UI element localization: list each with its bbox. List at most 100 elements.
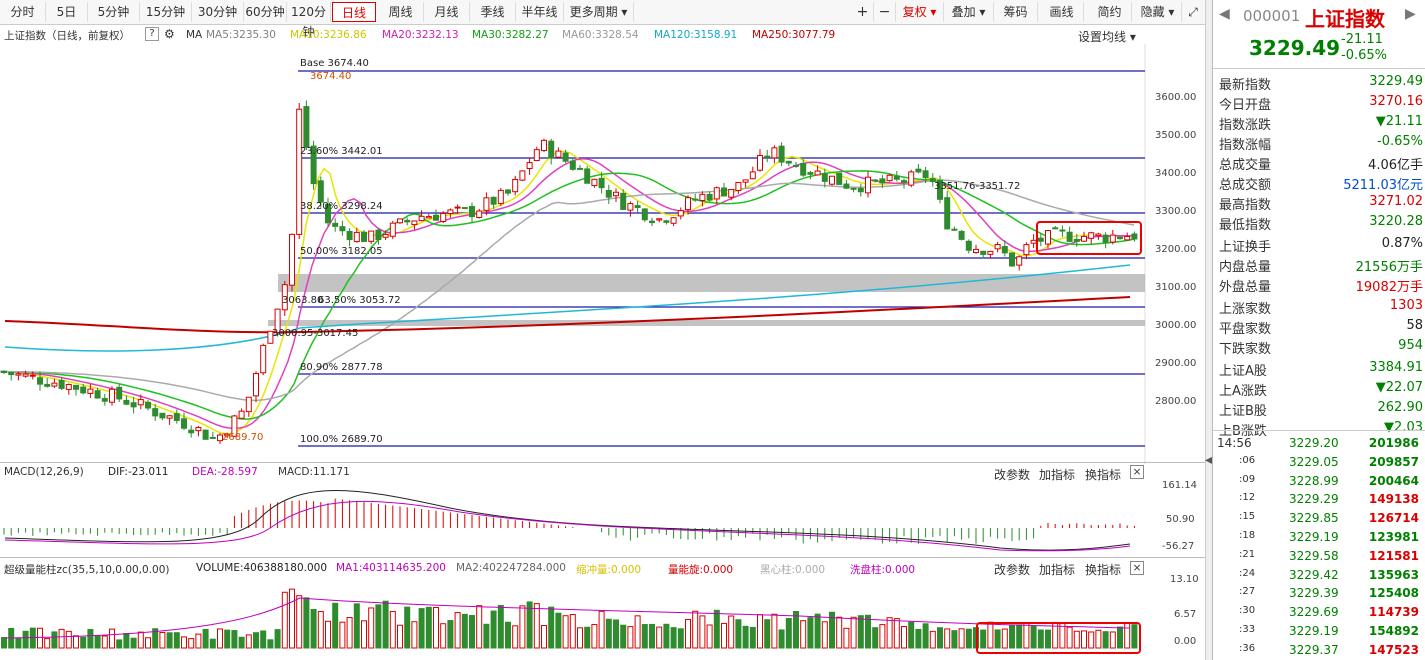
chart-title: 上证指数（日线，前复权） <box>4 30 130 42</box>
quote-label: 内盘总量 <box>1219 260 1272 275</box>
fib-236-label: 23.60% 3442.01 <box>300 146 383 157</box>
overlay-button[interactable]: 叠加 ▾ <box>944 2 994 22</box>
tick-time: :15 <box>1239 511 1256 523</box>
gear-icon[interactable]: ⚙ <box>164 27 175 41</box>
candle-body <box>361 231 367 242</box>
ma250-line <box>4 296 1131 334</box>
candle-body <box>253 373 259 397</box>
tick-row: :33 3229.19 154892 <box>1217 622 1423 641</box>
price-tick: 2800.00 <box>1155 396 1197 407</box>
candle-body <box>181 418 187 429</box>
candle-body <box>800 162 807 176</box>
volume-bar <box>865 614 871 649</box>
volume-bar <box>699 615 706 649</box>
volume-bar <box>209 638 216 649</box>
tick-volume: 147523 <box>1368 642 1419 657</box>
tab-halfyear[interactable]: 半年线 <box>516 2 564 22</box>
candle-body <box>101 398 108 402</box>
draw-line-button[interactable]: 画线 <box>1040 2 1084 22</box>
tab-5day[interactable]: 5日 <box>46 2 88 22</box>
tab-daily[interactable]: 日线 <box>332 2 376 22</box>
volume-bar <box>281 591 288 649</box>
tab-120min[interactable]: 120分钟 <box>287 2 331 39</box>
candle-body <box>821 173 828 182</box>
tick-volume: 201986 <box>1368 436 1419 450</box>
volume-bar <box>685 618 691 649</box>
candle-body <box>8 371 15 376</box>
stock-name: 上证指数 <box>1305 7 1385 31</box>
prev-arrow-icon[interactable]: ◀ <box>1219 6 1230 22</box>
volume-chart <box>1 588 1141 654</box>
candle-body <box>922 170 929 178</box>
tab-weekly[interactable]: 周线 <box>378 2 424 22</box>
candle-body <box>577 167 583 170</box>
tab-monthly[interactable]: 月线 <box>424 2 470 22</box>
vol-param-button[interactable]: 改参数 <box>994 561 1030 578</box>
candle-body <box>512 178 519 193</box>
close-icon[interactable]: × <box>1130 561 1144 575</box>
tab-more-periods[interactable]: 更多周期 ▾ <box>564 2 634 22</box>
vol-switch-indicator-button[interactable]: 换指标 <box>1085 561 1121 578</box>
candle-body <box>505 189 511 194</box>
volume-bar <box>476 605 483 649</box>
tab-60min[interactable]: 60分钟 <box>244 2 287 22</box>
volume-bar <box>987 621 994 649</box>
tick-row: :36 3229.37 147523 <box>1217 641 1423 660</box>
tick-time: :21 <box>1239 548 1256 560</box>
quote-value: 58 <box>1406 318 1423 333</box>
kline-chart[interactable] <box>0 44 1205 464</box>
candle-body <box>188 429 195 434</box>
quote-row: 上A涨跌 ▼22.07 <box>1219 378 1423 399</box>
chips-button[interactable]: 筹码 <box>994 2 1038 22</box>
volume-bar <box>670 627 677 649</box>
quote-value: 4.06亿手 <box>1368 158 1423 173</box>
volume-bar <box>605 618 612 649</box>
candle-body <box>15 373 22 376</box>
vol-tick: 0.00 <box>1174 636 1197 647</box>
simple-button[interactable]: 简约 <box>1088 2 1132 22</box>
volume-bar <box>584 626 591 649</box>
expand-icon[interactable]: ⤢ <box>1182 2 1204 22</box>
candle-body <box>555 150 562 158</box>
tab-quarterly[interactable]: 季线 <box>470 2 516 22</box>
volume-bar <box>404 606 411 649</box>
help-icon[interactable]: ? <box>145 27 159 41</box>
candle-body <box>958 230 965 240</box>
tick-price: 3229.19 <box>1289 624 1339 638</box>
tab-15min[interactable]: 15分钟 <box>140 2 192 22</box>
candle-body <box>677 210 684 217</box>
zoom-out-button[interactable]: − <box>874 2 896 22</box>
volume-bar <box>944 628 951 649</box>
candle-body <box>339 226 346 232</box>
volume-bar <box>317 611 324 649</box>
vol-volume: VOLUME:406388180.000 <box>196 562 328 574</box>
volume-bar <box>1131 624 1138 649</box>
candle-body <box>641 208 648 221</box>
vol-add-indicator-button[interactable]: 加指标 <box>1039 561 1075 578</box>
tick-price: 3229.69 <box>1289 605 1339 620</box>
candle-body <box>742 179 749 183</box>
tab-30min[interactable]: 30分钟 <box>192 2 244 22</box>
volume-bar <box>533 603 540 649</box>
candle-body <box>533 149 540 162</box>
volume-bar <box>188 638 195 649</box>
next-arrow-icon[interactable]: ▶ <box>1405 6 1416 22</box>
hide-button[interactable]: 隐藏 ▾ <box>1134 2 1182 22</box>
volume-bar <box>1037 629 1044 649</box>
quote-value: ▼22.07 <box>1375 380 1423 395</box>
ma-settings-button[interactable]: 设置均线 ▾ <box>1078 28 1136 45</box>
candle-body <box>541 139 547 152</box>
quote-label: 今日开盘 <box>1219 98 1272 113</box>
volume-bar <box>217 628 223 649</box>
volume-bar <box>1001 628 1008 649</box>
candle-body <box>1001 246 1008 254</box>
fuquan-button[interactable]: 复权 ▾ <box>896 2 944 22</box>
tick-time: :06 <box>1239 454 1256 466</box>
close-icon[interactable]: × <box>1130 465 1144 479</box>
tab-fenshi[interactable]: 分时 <box>0 2 46 22</box>
tab-5min[interactable]: 5分钟 <box>88 2 140 22</box>
volume-bar <box>159 631 166 649</box>
quote-row: 指数涨跌 ▼21.11 <box>1219 112 1423 133</box>
zoom-in-button[interactable]: + <box>852 2 874 22</box>
candle-body <box>857 188 864 193</box>
